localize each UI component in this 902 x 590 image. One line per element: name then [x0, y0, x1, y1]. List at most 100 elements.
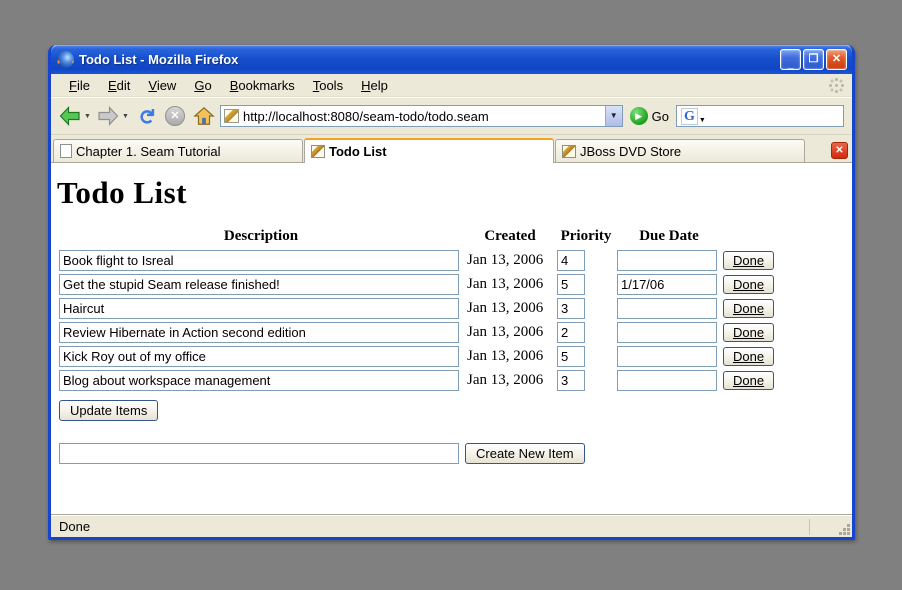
document-icon: [60, 144, 72, 158]
go-label: Go: [652, 109, 669, 124]
table-row: Jan 13, 2006 Done: [59, 370, 785, 391]
page-title: Todo List: [57, 175, 846, 211]
forward-button[interactable]: [95, 103, 121, 129]
table-row: Jan 13, 2006 Done: [59, 322, 785, 343]
menu-bar: File Edit View Go Bookmarks Tools Help: [51, 74, 852, 97]
due-date-input[interactable]: [617, 250, 717, 271]
tab-jboss-dvd-store[interactable]: JBoss DVD Store: [555, 139, 805, 162]
navigation-toolbar: ▼ ▼ ↻ ✕ http://localhost:8080/seam-todo/…: [51, 97, 852, 135]
close-tab-button[interactable]: ✕: [831, 142, 848, 159]
window-title: Todo List - Mozilla Firefox: [79, 52, 775, 67]
google-icon: G: [681, 108, 698, 125]
minimize-icon: _: [781, 55, 800, 73]
url-text[interactable]: http://localhost:8080/seam-todo/todo.sea…: [239, 109, 605, 124]
reload-icon: ↻: [133, 107, 158, 125]
table-row: Jan 13, 2006 Done: [59, 298, 785, 319]
tab-label: Chapter 1. Seam Tutorial: [76, 144, 221, 159]
tab-chapter-1[interactable]: Chapter 1. Seam Tutorial: [53, 139, 303, 162]
forward-arrow-icon: [96, 104, 120, 128]
todo-table: Description Created Priority Due Date Ja…: [57, 225, 787, 394]
address-dropdown-icon[interactable]: ▼: [605, 106, 622, 126]
header-description: Description: [59, 228, 463, 247]
search-input[interactable]: G ▼: [676, 105, 844, 127]
go-icon: ▶: [630, 107, 648, 125]
resize-grip-icon[interactable]: [847, 532, 850, 535]
menu-view[interactable]: View: [140, 76, 184, 95]
throbber-icon: [828, 77, 844, 93]
priority-input[interactable]: [557, 298, 585, 319]
stop-button[interactable]: ✕: [162, 103, 188, 129]
minimize-button[interactable]: _: [780, 49, 801, 70]
description-input[interactable]: [59, 250, 459, 271]
header-due-date: Due Date: [617, 228, 721, 247]
priority-input[interactable]: [557, 274, 585, 295]
close-button[interactable]: ✕: [826, 49, 847, 70]
firefox-window: Todo List - Mozilla Firefox _ ❐ ✕ File E…: [48, 45, 855, 540]
tab-todo-list[interactable]: Todo List: [304, 138, 554, 163]
page-favicon: [224, 109, 239, 123]
priority-input[interactable]: [557, 370, 585, 391]
back-dropdown-icon[interactable]: ▼: [84, 113, 92, 120]
tab-label: JBoss DVD Store: [580, 144, 681, 159]
done-button[interactable]: Done: [723, 251, 774, 270]
reload-button[interactable]: ↻: [133, 103, 159, 129]
priority-input[interactable]: [557, 250, 585, 271]
created-date: Jan 13, 2006: [465, 322, 555, 343]
menu-go[interactable]: Go: [186, 76, 219, 95]
new-item-input[interactable]: [59, 443, 459, 464]
description-input[interactable]: [59, 274, 459, 295]
home-button[interactable]: [191, 103, 217, 129]
stop-icon: ✕: [165, 106, 185, 126]
address-bar[interactable]: http://localhost:8080/seam-todo/todo.sea…: [220, 105, 623, 127]
description-input[interactable]: [59, 298, 459, 319]
description-input[interactable]: [59, 370, 459, 391]
priority-input[interactable]: [557, 322, 585, 343]
home-icon: [193, 105, 215, 127]
update-items-button[interactable]: Update Items: [59, 400, 158, 421]
menu-file[interactable]: File: [61, 76, 98, 95]
firefox-logo-icon: [57, 51, 74, 68]
table-row: Jan 13, 2006 Done: [59, 274, 785, 295]
description-input[interactable]: [59, 346, 459, 367]
done-button[interactable]: Done: [723, 347, 774, 366]
table-header-row: Description Created Priority Due Date: [59, 228, 785, 247]
due-date-input[interactable]: [617, 346, 717, 367]
menu-edit[interactable]: Edit: [100, 76, 138, 95]
menu-help[interactable]: Help: [353, 76, 396, 95]
status-separator: [809, 519, 810, 535]
created-date: Jan 13, 2006: [465, 274, 555, 295]
done-button[interactable]: Done: [723, 299, 774, 318]
search-engine-dropdown-icon[interactable]: ▼: [699, 117, 706, 124]
back-arrow-icon: [58, 104, 82, 128]
done-button[interactable]: Done: [723, 323, 774, 342]
back-button[interactable]: [57, 103, 83, 129]
done-button[interactable]: Done: [723, 275, 774, 294]
table-row: Jan 13, 2006 Done: [59, 250, 785, 271]
due-date-input[interactable]: [617, 274, 717, 295]
header-priority: Priority: [557, 228, 615, 247]
forward-dropdown-icon[interactable]: ▼: [122, 113, 130, 120]
create-new-item-button[interactable]: Create New Item: [465, 443, 585, 464]
priority-input[interactable]: [557, 346, 585, 367]
favicon-icon: [562, 145, 576, 158]
titlebar[interactable]: Todo List - Mozilla Firefox _ ❐ ✕: [51, 45, 852, 74]
maximize-icon: ❐: [809, 53, 819, 65]
menu-bookmarks[interactable]: Bookmarks: [222, 76, 303, 95]
description-input[interactable]: [59, 322, 459, 343]
favicon-icon: [311, 145, 325, 158]
go-button[interactable]: ▶ Go: [626, 107, 673, 125]
close-icon: ✕: [832, 53, 841, 65]
tab-strip: Chapter 1. Seam Tutorial Todo List JBoss…: [51, 135, 852, 163]
status-bar: Done: [51, 515, 852, 537]
close-tab-icon: ✕: [835, 145, 843, 156]
status-text: Done: [51, 519, 809, 534]
created-date: Jan 13, 2006: [465, 370, 555, 391]
created-date: Jan 13, 2006: [465, 298, 555, 319]
maximize-button[interactable]: ❐: [803, 49, 824, 70]
due-date-input[interactable]: [617, 322, 717, 343]
table-row: Jan 13, 2006 Done: [59, 346, 785, 367]
done-button[interactable]: Done: [723, 371, 774, 390]
menu-tools[interactable]: Tools: [305, 76, 351, 95]
due-date-input[interactable]: [617, 298, 717, 319]
due-date-input[interactable]: [617, 370, 717, 391]
